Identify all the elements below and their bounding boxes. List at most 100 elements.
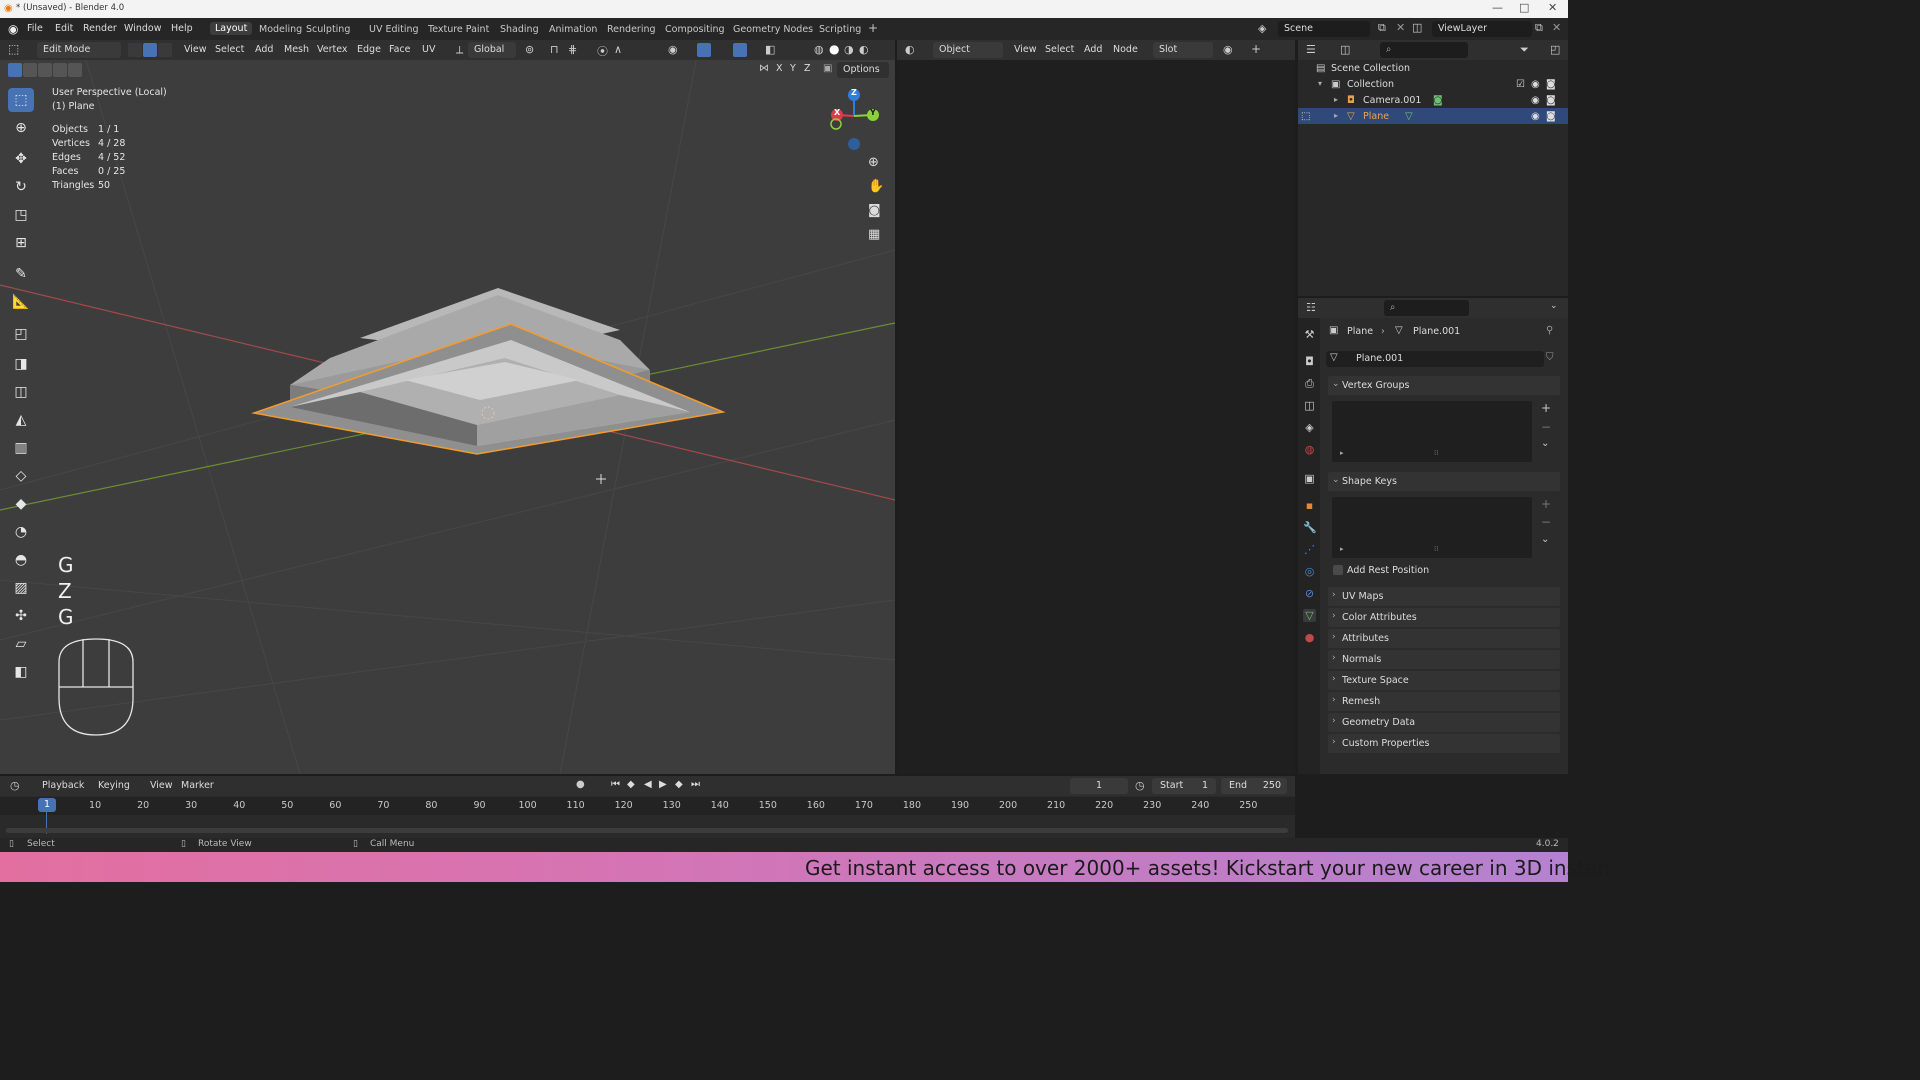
pin-icon[interactable]: ⚲ [1546, 325, 1553, 336]
editor-type-icon[interactable]: ☷ [1306, 301, 1316, 314]
poly-build-icon[interactable]: ◆ [8, 492, 34, 516]
expand-arrow-icon[interactable]: ▸ [1334, 111, 1338, 120]
auto-merge-icon[interactable]: ▣ [823, 63, 832, 74]
editor-type-icon[interactable]: ☰ [1306, 43, 1316, 56]
blender-menu-icon[interactable]: ◉ [8, 22, 18, 36]
tab-compositing[interactable]: Compositing [665, 24, 725, 35]
collection-tab-icon[interactable]: ▣ [1303, 472, 1316, 485]
panel-attributes[interactable]: › Attributes [1328, 629, 1560, 648]
render-tab-icon[interactable]: ◘ [1303, 355, 1316, 368]
select-box-icon[interactable]: ⬚ [8, 88, 34, 112]
material-browse-icon[interactable]: ◉ [1223, 43, 1233, 56]
rotate-icon[interactable]: ↻ [8, 175, 34, 199]
prev-keyframe-icon[interactable]: ◆ [627, 779, 635, 790]
timeline-scrollbar[interactable] [6, 828, 1288, 833]
chevron-down-icon[interactable]: ⌄ [1541, 534, 1549, 545]
knife-icon[interactable]: ◇ [8, 464, 34, 488]
wireframe-shading-icon[interactable]: ◍ [814, 43, 824, 56]
output-tab-icon[interactable]: ⎙ [1303, 377, 1316, 390]
select-invert-icon[interactable] [53, 63, 67, 77]
rendered-shading-icon[interactable]: ◐ [859, 43, 869, 56]
camera-view-icon[interactable]: ◙ [868, 203, 881, 218]
new-view-layer-icon[interactable]: ⧉ [1535, 21, 1543, 35]
mirror-z-toggle[interactable]: Z [804, 63, 811, 74]
zoom-icon[interactable]: ⊕ [868, 155, 879, 170]
object-tab-icon[interactable]: ▪ [1303, 499, 1316, 512]
remove-vertex-group-icon[interactable]: − [1541, 420, 1551, 434]
filter-icon[interactable]: ⏷ [1520, 43, 1529, 57]
menu-face[interactable]: Face [389, 44, 410, 55]
menu-add[interactable]: Add [1084, 44, 1102, 55]
gizmo-toggle-icon[interactable] [697, 43, 711, 57]
tab-sculpting[interactable]: Sculpting [306, 24, 350, 35]
move-icon[interactable]: ✥ [8, 147, 34, 171]
properties-search-input[interactable]: ⌕ [1384, 300, 1469, 316]
shader-type-selector[interactable]: Object [933, 42, 1003, 58]
scene-icon[interactable]: ◈ [1258, 22, 1266, 35]
view-layer-selector[interactable]: ViewLayer [1432, 21, 1532, 37]
menu-edge[interactable]: Edge [357, 44, 381, 55]
remove-shape-key-icon[interactable]: − [1541, 515, 1551, 529]
play-reverse-icon[interactable]: ◀ [644, 779, 652, 790]
jump-start-icon[interactable]: ⏮ [611, 779, 620, 790]
menu-view[interactable]: View [1014, 44, 1037, 55]
select-subtract-icon[interactable] [38, 63, 52, 77]
smooth-icon[interactable]: ◓ [8, 548, 34, 572]
playhead[interactable]: 1 [38, 798, 56, 812]
shape-keys-list[interactable]: ▸ ⁞⁞ [1332, 497, 1532, 558]
clock-editor-icon[interactable]: ◷ [10, 779, 20, 792]
expand-arrow-icon[interactable]: ▸ [1334, 95, 1338, 104]
panel-geometry-data[interactable]: › Geometry Data [1328, 713, 1560, 732]
menu-mesh[interactable]: Mesh [284, 44, 309, 55]
tab-modeling[interactable]: Modeling [259, 24, 302, 35]
overlay-toggle-icon[interactable] [733, 43, 747, 57]
shear-icon[interactable]: ▱ [8, 632, 34, 656]
edge-select-icon[interactable] [143, 43, 157, 57]
outliner-collection[interactable]: Collection [1347, 79, 1394, 90]
shrink-fatten-icon[interactable]: ✣ [8, 604, 34, 628]
panel-texture-space[interactable]: › Texture Space [1328, 671, 1560, 690]
vertex-groups-list[interactable]: ▸ ⁞⁞ [1332, 401, 1532, 462]
outliner-item-camera[interactable]: Camera.001 [1363, 95, 1421, 106]
extrude-icon[interactable]: ◨ [8, 352, 34, 376]
menu-select[interactable]: Select [1045, 44, 1074, 55]
loop-cut-icon[interactable]: ▥ [8, 436, 34, 460]
material-tab-icon[interactable]: ● [1303, 631, 1316, 644]
cursor-icon[interactable]: ⊕ [8, 116, 34, 140]
menu-uv[interactable]: UV [422, 44, 435, 55]
resize-handle-icon[interactable]: ⁞⁞ [1434, 545, 1438, 553]
visibility-icon[interactable]: ◉ [668, 43, 678, 56]
stopwatch-icon[interactable]: ◷ [1135, 779, 1145, 792]
fake-user-shield-icon[interactable]: ⛉ [1546, 352, 1554, 363]
panel-shape-keys[interactable]: ⌄ Shape Keys [1328, 472, 1560, 491]
modifier-tab-icon[interactable]: 🔧 [1303, 521, 1317, 534]
mirror-y-toggle[interactable]: Y [790, 63, 796, 74]
panel-custom-properties[interactable]: › Custom Properties [1328, 734, 1560, 753]
solid-shading-icon[interactable]: ● [829, 42, 839, 56]
chevron-down-icon[interactable]: ⌄ [1550, 301, 1558, 311]
vertex-select-icon[interactable] [128, 43, 142, 57]
new-scene-icon[interactable]: ⧉ [1378, 21, 1386, 35]
falloff-icon[interactable]: ∧ [614, 43, 622, 56]
snap-target-icon[interactable]: ⋕ [568, 43, 577, 56]
menu-playback[interactable]: Playback [42, 780, 84, 791]
menu-keying[interactable]: Keying [98, 780, 130, 791]
play-icon[interactable]: ▶ [659, 779, 667, 790]
tab-texture-paint[interactable]: Texture Paint [428, 24, 489, 35]
editor-type-icon[interactable]: ⬚ [8, 42, 19, 56]
delete-scene-icon[interactable]: ✕ [1396, 21, 1405, 34]
menu-view[interactable]: View [184, 44, 207, 55]
minimize-button[interactable]: — [1492, 1, 1503, 14]
tab-rendering[interactable]: Rendering [607, 24, 656, 35]
outliner-scene-collection[interactable]: Scene Collection [1331, 63, 1410, 74]
eye-icon[interactable]: ◉ [1531, 95, 1540, 106]
measure-icon[interactable]: 📐 [8, 290, 34, 314]
tab-shading[interactable]: Shading [500, 24, 539, 35]
current-frame-field[interactable]: 1 [1070, 778, 1128, 794]
tab-uv-editing[interactable]: UV Editing [369, 24, 419, 35]
constraints-tab-icon[interactable]: ⊘ [1303, 587, 1316, 600]
tab-animation[interactable]: Animation [549, 24, 597, 35]
record-icon[interactable]: ● [576, 779, 585, 790]
resize-handle-icon[interactable]: ⁞⁞ [1434, 449, 1438, 457]
expand-arrow-icon[interactable]: ▾ [1318, 79, 1322, 88]
